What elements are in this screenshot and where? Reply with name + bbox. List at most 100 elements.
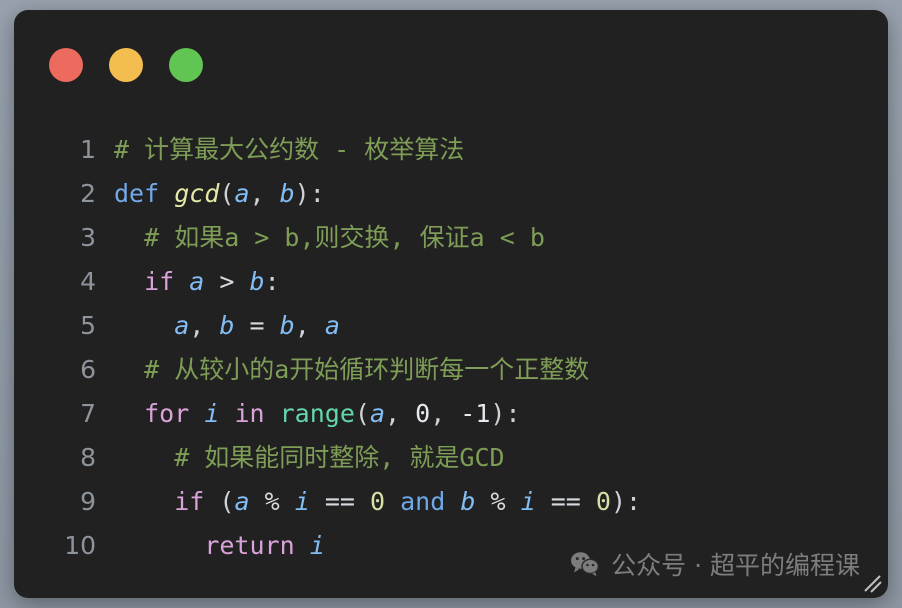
code-token: ( (219, 179, 235, 208)
code-token: a (189, 267, 205, 296)
code-line: 8 # 如果能同时整除, 就是GCD (14, 436, 888, 480)
close-button[interactable] (49, 48, 83, 82)
line-number: 10 (64, 531, 96, 560)
code-token: in (234, 399, 265, 428)
code-token: ): (610, 487, 642, 516)
code-line: 5 a, b = b, a (14, 304, 888, 348)
code-token: : (264, 267, 280, 296)
code-line-content[interactable]: if (a % i == 0 and b % i == 0): (114, 480, 888, 524)
code-line-content[interactable]: a, b = b, a (114, 304, 888, 348)
code-token: 0 (370, 487, 386, 516)
code-token: range (279, 399, 355, 428)
code-token: a (324, 311, 340, 340)
minimize-button[interactable] (109, 48, 143, 82)
code-token: ): (490, 399, 521, 428)
line-number: 6 (80, 355, 96, 384)
code-line-content[interactable]: # 计算最大公约数 - 枚举算法 (114, 128, 888, 172)
code-token: > (219, 267, 235, 296)
code-line: 3 # 如果a > b,则交换, 保证a < b (14, 216, 888, 260)
window-titlebar (14, 10, 888, 82)
line-number: 2 (80, 179, 96, 208)
zoom-button[interactable] (169, 48, 203, 82)
code-token: b (460, 487, 476, 516)
code-token: 0 (595, 487, 611, 516)
code-token: return (204, 531, 295, 560)
code-token: a (234, 487, 250, 516)
code-token: i (294, 487, 310, 516)
code-token: i (520, 487, 536, 516)
code-line-content[interactable]: # 如果a > b,则交换, 保证a < b (114, 216, 888, 260)
code-token: 0 (415, 399, 431, 428)
code-token: i (309, 531, 325, 560)
line-number: 4 (80, 267, 96, 296)
code-token: , (189, 311, 220, 340)
code-line: 1 # 计算最大公约数 - 枚举算法 (14, 128, 888, 172)
code-token: b (279, 179, 295, 208)
code-line: 9 if (a % i == 0 and b % i == 0): (14, 480, 888, 524)
code-token: # 如果能同时整除, 就是GCD (114, 443, 505, 472)
code-token: # 从较小的a开始循环判断每一个正整数 (114, 355, 590, 384)
code-editor[interactable]: 1 # 计算最大公约数 - 枚举算法 2 def gcd(a, b): 3 # 如果a … (14, 128, 888, 598)
line-number: 1 (80, 135, 96, 164)
code-token: a (174, 311, 190, 340)
code-token: if (174, 487, 205, 516)
watermark: 公众号 · 超平的编程课 (570, 546, 860, 582)
code-token: = (249, 311, 265, 340)
code-token: b (279, 311, 295, 340)
code-line-content[interactable]: if a > b: (114, 260, 888, 304)
code-token: gcd (174, 179, 220, 208)
code-token: -1 (460, 399, 491, 428)
code-token: , (385, 399, 416, 428)
code-token: def (114, 179, 160, 208)
code-line-content[interactable]: for i in range(a, 0, -1): (114, 392, 888, 436)
code-token: b (219, 311, 235, 340)
code-token: ( (354, 399, 370, 428)
code-token: == (324, 487, 355, 516)
code-line-content[interactable]: # 从较小的a开始循环判断每一个正整数 (114, 348, 888, 392)
code-token: i (204, 399, 220, 428)
code-token: % (264, 487, 280, 516)
code-window: 1 # 计算最大公约数 - 枚举算法 2 def gcd(a, b): 3 # 如果a … (14, 10, 888, 598)
code-token: ( (219, 487, 235, 516)
code-line: 2 def gcd(a, b): (14, 172, 888, 216)
code-token: for (144, 399, 190, 428)
code-token: and (400, 487, 446, 516)
line-number: 5 (80, 311, 96, 340)
line-number: 3 (80, 223, 96, 252)
code-token: , (430, 399, 461, 428)
wechat-icon (571, 552, 600, 577)
line-number: 8 (80, 443, 96, 472)
code-token: , (294, 311, 325, 340)
code-token: a (369, 399, 386, 428)
line-number: 9 (80, 487, 96, 516)
code-line-content[interactable]: def gcd(a, b): (114, 172, 888, 216)
code-line: 4 if a > b: (14, 260, 888, 304)
resize-grip-icon[interactable] (860, 571, 882, 593)
code-line-content[interactable]: # 如果能同时整除, 就是GCD (114, 436, 888, 480)
